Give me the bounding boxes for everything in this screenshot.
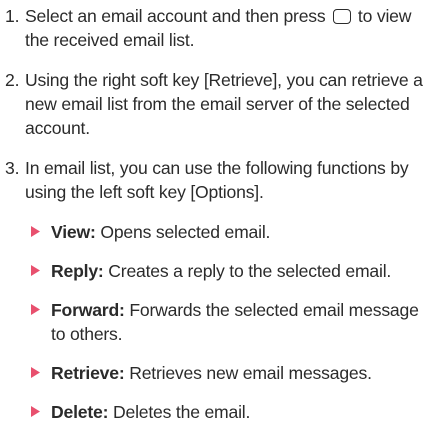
triangle-bullet-icon xyxy=(31,220,51,244)
function-item-retrieve: Retrieve: Retrieves new email messages. xyxy=(31,361,428,385)
function-term: Delete: xyxy=(51,402,109,422)
step-text-before-icon: Select an email account and then press xyxy=(25,6,326,26)
function-text: Opens selected email. xyxy=(100,222,271,242)
triangle-bullet-icon xyxy=(31,400,51,424)
function-term: View: xyxy=(51,222,96,242)
step-text: Using the right soft key [Retrieve], you… xyxy=(25,70,423,138)
function-item-view: View: Opens selected email. xyxy=(31,220,428,244)
function-term: Forward: xyxy=(51,300,125,320)
function-text: Creates a reply to the selected email. xyxy=(108,261,392,281)
step-text: In email list, you can use the following… xyxy=(25,158,409,202)
step-number: 3. xyxy=(5,158,20,178)
step-2: 2. Using the right soft key [Retrieve], … xyxy=(5,68,428,140)
triangle-bullet-icon xyxy=(31,259,51,283)
function-description: Reply: Creates a reply to the selected e… xyxy=(51,259,428,283)
function-description: Forward: Forwards the selected email mes… xyxy=(51,298,428,346)
function-text: Deletes the email. xyxy=(112,402,251,422)
function-text: Retrieves new email messages. xyxy=(129,363,372,383)
step-1: 1. Select an email account and then pres… xyxy=(5,4,428,52)
function-term: Retrieve: xyxy=(51,363,125,383)
function-description: View: Opens selected email. xyxy=(51,220,428,244)
step-3: 3. In email list, you can use the follow… xyxy=(5,156,428,204)
function-description: Delete: Deletes the email. xyxy=(51,400,428,424)
triangle-bullet-icon xyxy=(31,361,51,385)
step-text: Select an email account and then press t… xyxy=(25,4,428,52)
function-term: Reply: xyxy=(51,261,104,281)
step-number: 2. xyxy=(5,70,20,90)
function-item-delete: Delete: Deletes the email. xyxy=(31,400,428,424)
function-description: Retrieve: Retrieves new email messages. xyxy=(51,361,428,385)
ok-key-icon xyxy=(333,9,352,24)
triangle-bullet-icon xyxy=(31,298,51,346)
manual-page: 1. Select an email account and then pres… xyxy=(0,0,438,422)
options-function-list: View: Opens selected email. Reply: Creat… xyxy=(5,220,428,424)
step-number: 1. xyxy=(5,6,20,26)
function-item-reply: Reply: Creates a reply to the selected e… xyxy=(31,259,428,283)
function-item-forward: Forward: Forwards the selected email mes… xyxy=(31,298,428,346)
